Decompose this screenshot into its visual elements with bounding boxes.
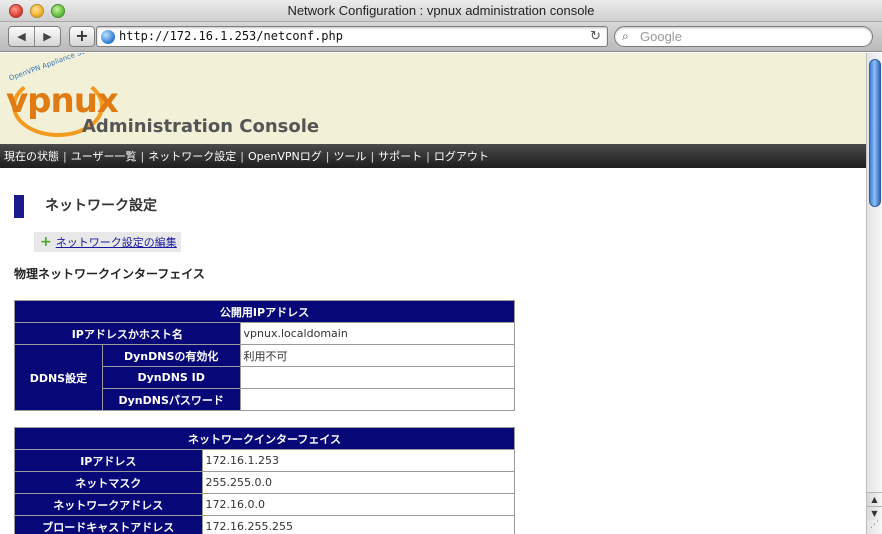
console-title: Administration Console <box>82 116 320 137</box>
dyndns-id-value <box>239 366 516 389</box>
close-window-button[interactable] <box>9 4 23 18</box>
url-text[interactable]: http://172.16.1.253/netconf.php <box>119 27 343 46</box>
history-buttons: ◀ ▶ <box>8 26 61 47</box>
nav-support[interactable]: サポート <box>378 150 422 163</box>
globe-icon <box>101 30 115 44</box>
magnifier-icon: ⌕ <box>622 29 629 43</box>
address-bar[interactable]: http://172.16.1.253/netconf.php ↻ <box>96 26 608 47</box>
ip-address-label: IPアドレス <box>14 449 203 472</box>
nav-separator: | <box>325 150 330 163</box>
site-header: OpenVPN Appliance Server vpnux Administr… <box>0 53 866 144</box>
scroll-up-arrow-icon[interactable]: ▲ <box>867 492 882 506</box>
nav-status[interactable]: 現在の状態 <box>4 150 59 163</box>
nav-logout[interactable]: ログアウト <box>434 150 489 163</box>
nav-tools[interactable]: ツール <box>333 150 366 163</box>
nav-separator: | <box>370 150 375 163</box>
site-logo[interactable]: vpnux <box>6 81 119 121</box>
page-title: ネットワーク設定 <box>14 195 157 218</box>
netmask-label: ネットマスク <box>14 471 203 494</box>
network-address-label: ネットワークアドレス <box>14 493 203 516</box>
interface-header: ネットワークインターフェイス <box>14 427 515 450</box>
public-ip-header: 公開用IPアドレス <box>14 300 515 323</box>
back-button[interactable]: ◀ <box>9 27 34 46</box>
nav-separator: | <box>140 150 145 163</box>
broadcast-address-value: 172.16.255.255 <box>201 515 516 534</box>
minimize-window-button[interactable] <box>30 4 44 18</box>
dyndns-id-label: DynDNS ID <box>101 366 241 389</box>
ddns-label: DDNS設定 <box>14 344 103 411</box>
plus-icon: + <box>40 234 52 250</box>
nav-users[interactable]: ユーザー一覧 <box>71 150 137 163</box>
search-field[interactable]: ⌕ Google <box>614 26 873 47</box>
nav-separator: | <box>63 150 67 163</box>
forward-button[interactable]: ▶ <box>34 27 60 46</box>
nav-separator: | <box>426 150 430 163</box>
dyndns-enabled-label: DynDNSの有効化 <box>101 344 241 367</box>
vertical-scrollbar[interactable]: ▲ ▼ ⋰ <box>866 53 882 534</box>
dyndns-enabled-value: 利用不可 <box>239 344 516 367</box>
edit-network-link[interactable]: ネットワーク設定の編集 <box>56 236 177 249</box>
netmask-value: 255.255.0.0 <box>201 471 516 494</box>
search-placeholder: Google <box>640 29 682 44</box>
network-address-value: 172.16.0.0 <box>201 493 516 516</box>
scroll-thumb[interactable] <box>869 59 881 207</box>
nav-openvpn-log[interactable]: OpenVPNログ <box>248 150 322 163</box>
scroll-down-arrow-icon[interactable]: ▼ <box>867 506 882 520</box>
nav-separator: | <box>240 150 244 163</box>
web-page: OpenVPN Appliance Server vpnux Administr… <box>0 53 866 534</box>
interface-table: ネットワークインターフェイス IPアドレス 172.16.1.253 ネットマス… <box>14 427 516 534</box>
add-bookmark-button[interactable]: + <box>69 26 95 47</box>
window-title: Network Configuration : vpnux administra… <box>287 3 595 18</box>
nav-network[interactable]: ネットワーク設定 <box>148 150 236 163</box>
window-titlebar: Network Configuration : vpnux administra… <box>0 0 882 22</box>
browser-toolbar: ◀ ▶ + http://172.16.1.253/netconf.php ↻ … <box>0 22 882 52</box>
main-nav: 現在の状態 | ユーザー一覧 | ネットワーク設定 | OpenVPNログ | ツール | サポート… <box>0 144 866 168</box>
host-value: vpnux.localdomain <box>239 322 516 345</box>
zoom-window-button[interactable] <box>51 4 65 18</box>
edit-network-button[interactable]: + ネットワーク設定の編集 <box>34 232 181 252</box>
dyndns-password-label: DynDNSパスワード <box>101 388 241 411</box>
resize-grip-icon[interactable]: ⋰ <box>867 520 882 534</box>
dyndns-password-value <box>239 388 516 411</box>
section-title: 物理ネットワークインターフェイス <box>14 267 205 281</box>
host-label: IPアドレスかホスト名 <box>14 322 241 345</box>
public-ip-table: 公開用IPアドレス IPアドレスかホスト名 vpnux.localdomain … <box>14 300 516 411</box>
broadcast-address-label: ブロードキャストアドレス <box>14 515 203 534</box>
ip-address-value: 172.16.1.253 <box>201 449 516 472</box>
reload-icon[interactable]: ↻ <box>590 27 601 46</box>
